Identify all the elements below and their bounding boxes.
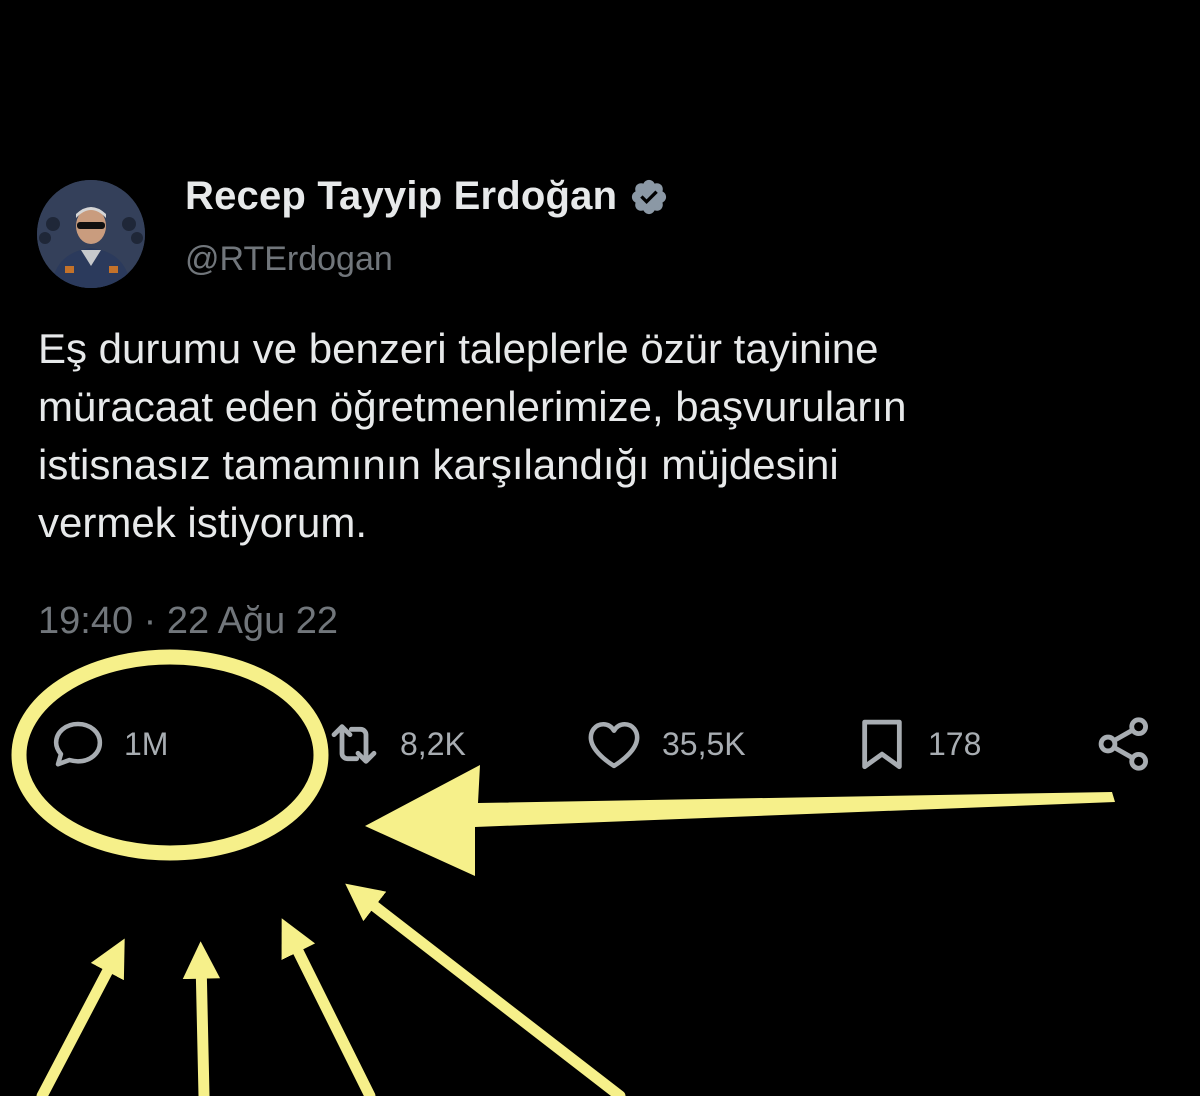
tweet-text-line: müracaat eden öğretmenlerimize, başvurul…: [38, 383, 907, 430]
reply-button[interactable]: 1M: [46, 712, 168, 776]
tweet-text-line: vermek istiyorum.: [38, 499, 368, 546]
tweet-text-line: istisnasız tamamının karşılandığı müjdes…: [38, 441, 839, 488]
retweet-button[interactable]: 8,2K: [322, 712, 466, 776]
bookmark-button[interactable]: 178: [850, 712, 981, 776]
arrow: [281, 918, 376, 1096]
author-handle[interactable]: @RTErdogan: [185, 240, 393, 279]
retweet-count: 8,2K: [400, 725, 466, 762]
like-button[interactable]: 35,5K: [580, 712, 746, 776]
verified-badge-icon: [629, 177, 669, 217]
avatar[interactable]: [37, 180, 145, 288]
tweet-text: Eş durumu ve benzeri taleplerle özür tay…: [38, 320, 1168, 552]
tweet-action-bar: 1M 8,2K 35,5K 178: [0, 700, 1200, 790]
share-icon: [1098, 717, 1148, 771]
bookmark-count: 178: [928, 725, 982, 762]
display-name-text[interactable]: Recep Tayyip Erdoğan: [185, 174, 617, 219]
like-count: 35,5K: [662, 725, 746, 762]
reply-icon: [53, 721, 103, 767]
tweet-text-line: Eş durumu ve benzeri taleplerle özür tay…: [38, 325, 879, 372]
bookmark-icon: [862, 719, 902, 770]
reply-count: 1M: [124, 725, 169, 762]
avatar-portrait: [37, 180, 145, 288]
heart-icon: [588, 722, 640, 769]
arrow: [345, 883, 626, 1096]
retweet-icon: [331, 724, 377, 764]
arrow: [182, 941, 221, 1096]
author-display-name[interactable]: Recep Tayyip Erdoğan: [185, 174, 669, 219]
tweet-timestamp[interactable]: 19:40 · 22 Ağu 22: [38, 600, 338, 643]
arrow: [36, 938, 125, 1096]
share-button[interactable]: [1092, 712, 1156, 776]
